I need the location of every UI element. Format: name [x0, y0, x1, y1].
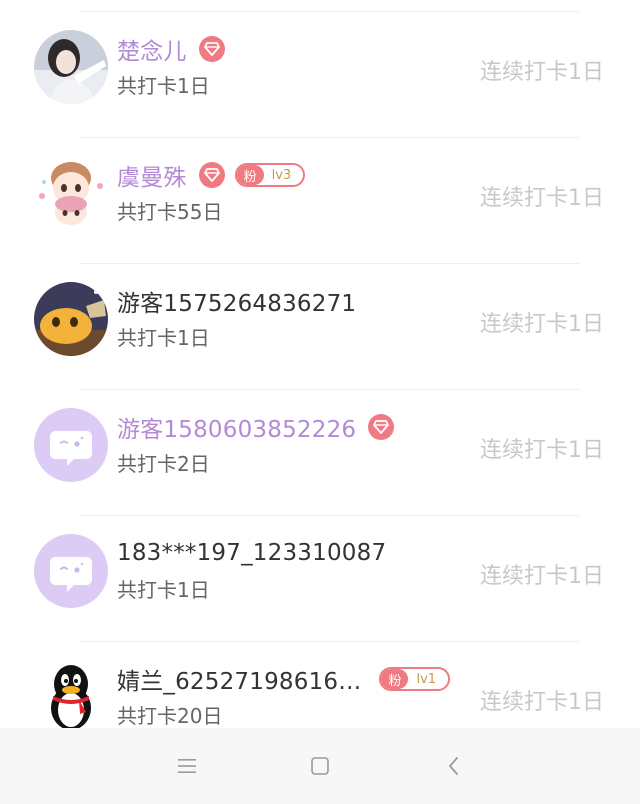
cartoon-girls-avatar-icon	[34, 156, 108, 230]
fan-level-badge: 粉 lv1	[379, 667, 451, 691]
streak-days: 连续打卡1日	[480, 312, 604, 337]
diamond-badge-icon	[368, 414, 395, 440]
user-name[interactable]: 游客1580603852226	[117, 410, 356, 444]
avatar[interactable]	[34, 660, 108, 728]
back-button[interactable]	[442, 754, 466, 778]
user-name[interactable]: 183***197_123310087	[117, 540, 386, 566]
list-item[interactable]: 游客1575264836271 共打卡1日 连续打卡1日	[0, 264, 640, 390]
streak-days: 连续打卡1日	[480, 186, 604, 211]
back-icon	[449, 757, 458, 775]
streak-days: 连续打卡1日	[480, 60, 604, 85]
total-checkin-days: 共打卡1日	[117, 578, 210, 602]
avatar[interactable]	[34, 156, 108, 230]
name-line: 183***197_123310087	[117, 538, 386, 568]
home-button[interactable]	[308, 754, 332, 778]
diamond-badge-icon	[198, 162, 225, 188]
home-square-icon	[311, 757, 329, 775]
total-checkin-days: 共打卡2日	[117, 452, 210, 476]
list-item[interactable]: 楚念儿 共打卡1日 连续打卡1日	[0, 12, 640, 138]
girl-photo-avatar-icon	[34, 30, 108, 104]
avatar[interactable]	[34, 30, 108, 104]
avatar[interactable]	[34, 534, 108, 608]
total-checkin-days: 共打卡55日	[117, 200, 223, 224]
total-checkin-days: 共打卡1日	[117, 326, 210, 350]
name-line: 游客1575264836271	[117, 284, 356, 318]
fan-label: 粉	[236, 165, 264, 185]
menu-button[interactable]	[175, 754, 199, 778]
name-line: 楚念儿	[117, 32, 225, 66]
chat-bubble-avatar-icon	[34, 534, 108, 608]
qq-penguin-avatar-icon	[34, 660, 108, 728]
fan-level: lv1	[416, 671, 437, 687]
avatar[interactable]	[34, 408, 108, 482]
streak-days: 连续打卡1日	[480, 690, 604, 715]
chat-bubble-avatar-icon	[34, 408, 108, 482]
list-item[interactable]: 虞曼殊 粉 lv3 共打卡55日 连续打卡1日	[0, 138, 640, 264]
list-item[interactable]: 婧兰_62527198616… 粉 lv1 共打卡20日 连续打卡1日	[0, 642, 640, 728]
avatar[interactable]	[34, 282, 108, 356]
streak-days: 连续打卡1日	[480, 564, 604, 589]
list-item[interactable]: 183***197_123310087 共打卡1日 连续打卡1日	[0, 516, 640, 642]
fan-level-badge: 粉 lv3	[234, 163, 306, 187]
checkin-list: 楚念儿 共打卡1日 连续打卡1日 虞曼殊 粉 lv3 共打卡55日 连续打卡1日…	[0, 0, 640, 728]
name-line: 虞曼殊 粉 lv3	[117, 158, 306, 192]
name-line: 游客1580603852226	[117, 410, 395, 444]
user-name[interactable]: 游客1575264836271	[117, 284, 356, 318]
name-line: 婧兰_62527198616… 粉 lv1	[117, 662, 451, 696]
total-checkin-days: 共打卡1日	[117, 74, 210, 98]
user-name[interactable]: 虞曼殊	[117, 158, 187, 192]
user-name[interactable]: 楚念儿	[117, 32, 187, 66]
fan-label: 粉	[381, 669, 409, 689]
diamond-badge-icon	[198, 36, 225, 62]
streak-days: 连续打卡1日	[480, 438, 604, 463]
system-navigation-bar	[0, 728, 640, 804]
list-item[interactable]: 游客1580603852226 共打卡2日 连续打卡1日	[0, 390, 640, 516]
total-checkin-days: 共打卡20日	[117, 704, 223, 728]
menu-icon	[178, 759, 196, 773]
fan-level: lv3	[271, 167, 292, 183]
cartoon-pet-avatar-icon	[34, 282, 108, 356]
user-name[interactable]: 婧兰_62527198616…	[117, 662, 361, 696]
